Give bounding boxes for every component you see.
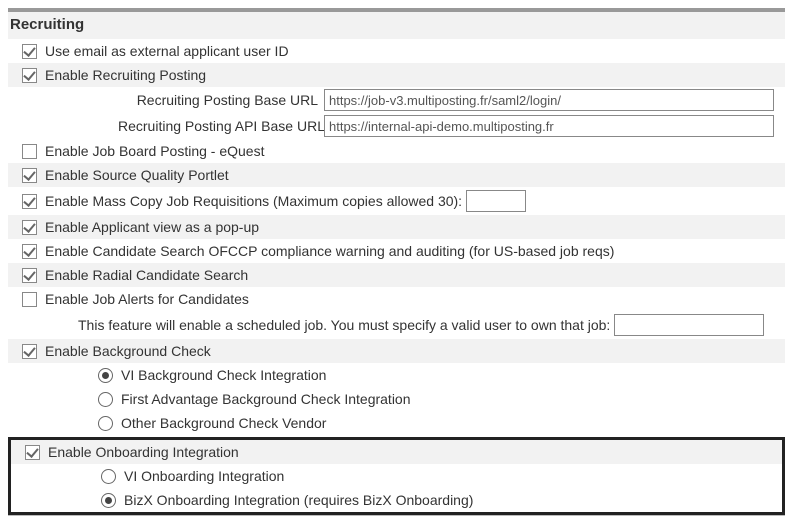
row-enable-radial: Enable Radial Candidate Search (8, 263, 785, 287)
label-bg-other: Other Background Check Vendor (121, 415, 326, 431)
input-mass-copy-count[interactable] (466, 190, 526, 212)
row-ob-bizx: BizX Onboarding Integration (requires Bi… (11, 488, 782, 512)
checkbox-use-email-id[interactable] (22, 44, 37, 59)
label-posting-base-url: Recruiting Posting Base URL (118, 92, 318, 108)
row-enable-onboarding: Enable Onboarding Integration (11, 440, 782, 464)
row-enable-mass-copy: Enable Mass Copy Job Requisitions (Maxim… (8, 187, 785, 215)
row-enable-popup: Enable Applicant view as a pop-up (8, 215, 785, 239)
label-enable-radial: Enable Radial Candidate Search (45, 267, 248, 283)
label-enable-source-quality: Enable Source Quality Portlet (45, 167, 229, 183)
input-posting-api-url[interactable] (324, 115, 774, 137)
radio-bg-other[interactable] (98, 416, 113, 431)
label-enable-popup: Enable Applicant view as a pop-up (45, 219, 259, 235)
input-posting-base-url[interactable] (324, 89, 774, 111)
row-enable-equest: Enable Job Board Posting - eQuest (8, 139, 785, 163)
checkbox-enable-job-alerts[interactable] (22, 292, 37, 307)
section-title: Recruiting (8, 12, 785, 39)
label-enable-onboarding: Enable Onboarding Integration (48, 444, 239, 460)
row-posting-base-url: Recruiting Posting Base URL (8, 87, 785, 113)
row-ob-vi: VI Onboarding Integration (11, 464, 782, 488)
label-enable-mass-copy: Enable Mass Copy Job Requisitions (Maxim… (45, 193, 462, 209)
row-enable-posting: Enable Recruiting Posting (8, 63, 785, 87)
label-bg-vi: VI Background Check Integration (121, 367, 326, 383)
checkbox-enable-ofccp[interactable] (22, 244, 37, 259)
checkbox-enable-source-quality[interactable] (22, 168, 37, 183)
label-bg-fa: First Advantage Background Check Integra… (121, 391, 411, 407)
radio-ob-vi[interactable] (101, 469, 116, 484)
row-enable-ofccp: Enable Candidate Search OFCCP compliance… (8, 239, 785, 263)
checkbox-enable-bg-check[interactable] (22, 344, 37, 359)
label-ob-vi: VI Onboarding Integration (124, 468, 284, 484)
label-enable-bg-check: Enable Background Check (45, 343, 211, 359)
label-use-email-id: Use email as external applicant user ID (45, 43, 289, 59)
checkbox-enable-equest[interactable] (22, 144, 37, 159)
checkbox-enable-popup[interactable] (22, 220, 37, 235)
label-enable-posting: Enable Recruiting Posting (45, 67, 206, 83)
row-enable-source-quality: Enable Source Quality Portlet (8, 163, 785, 187)
checkbox-enable-posting[interactable] (22, 68, 37, 83)
row-use-email-id: Use email as external applicant user ID (8, 39, 785, 63)
label-enable-ofccp: Enable Candidate Search OFCCP compliance… (45, 243, 614, 259)
onboarding-highlight-box: Enable Onboarding Integration VI Onboard… (8, 437, 785, 515)
row-enable-job-alerts: Enable Job Alerts for Candidates (8, 287, 785, 311)
label-enable-equest: Enable Job Board Posting - eQuest (45, 143, 264, 159)
radio-ob-bizx[interactable] (101, 493, 116, 508)
row-bg-vi: VI Background Check Integration (8, 363, 785, 387)
checkbox-enable-radial[interactable] (22, 268, 37, 283)
input-job-alerts-user[interactable] (614, 314, 764, 336)
checkbox-enable-onboarding[interactable] (25, 445, 40, 460)
radio-bg-vi[interactable] (98, 368, 113, 383)
label-job-alerts-note: This feature will enable a scheduled job… (78, 317, 610, 333)
label-posting-api-url: Recruiting Posting API Base URL (118, 118, 318, 134)
row-enable-bg-check: Enable Background Check (8, 339, 785, 363)
row-bg-fa: First Advantage Background Check Integra… (8, 387, 785, 411)
radio-bg-fa[interactable] (98, 392, 113, 407)
row-posting-api-url: Recruiting Posting API Base URL (8, 113, 785, 139)
checkbox-enable-mass-copy[interactable] (22, 194, 37, 209)
row-bg-other: Other Background Check Vendor (8, 411, 785, 435)
recruiting-settings-panel: Recruiting Use email as external applica… (8, 8, 785, 516)
row-job-alerts-note: This feature will enable a scheduled job… (8, 311, 785, 339)
label-enable-job-alerts: Enable Job Alerts for Candidates (45, 291, 249, 307)
label-ob-bizx: BizX Onboarding Integration (requires Bi… (124, 492, 473, 508)
